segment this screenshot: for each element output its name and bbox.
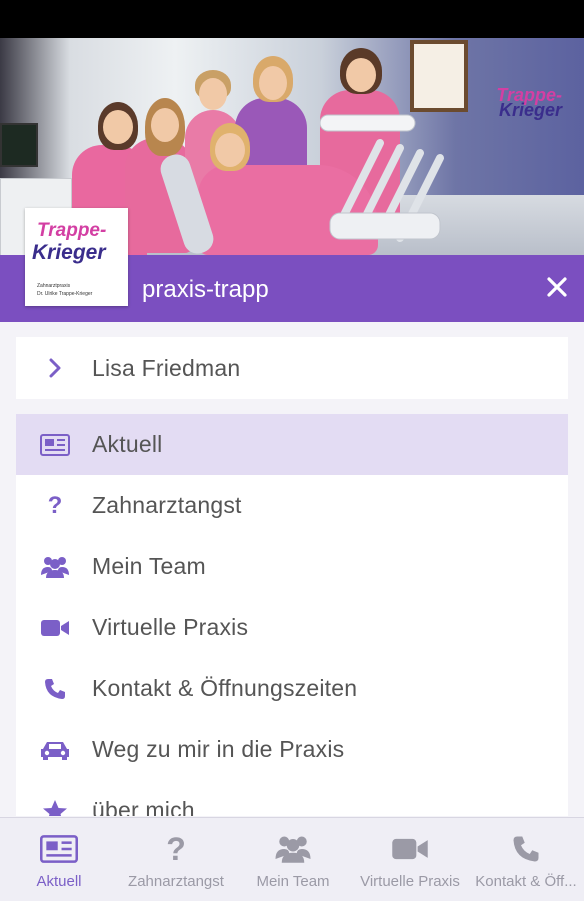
- user-row[interactable]: Lisa Friedman: [16, 337, 568, 399]
- newspaper-icon: [40, 432, 70, 458]
- tab-aktuell[interactable]: Aktuell: [0, 818, 118, 901]
- tab-zahnarztangst[interactable]: ? Zahnarztangst: [116, 818, 236, 901]
- menu-item-kontakt[interactable]: Kontakt & Öffnungszeiten: [16, 658, 568, 719]
- users-icon: [40, 554, 70, 580]
- user-name: Lisa Friedman: [92, 354, 241, 381]
- menu-item-label: Aktuell: [92, 431, 163, 457]
- video-camera-icon: [354, 832, 466, 866]
- menu-item-mein-team[interactable]: Mein Team: [16, 536, 568, 597]
- menu-item-label: Virtuelle Praxis: [92, 614, 249, 640]
- app-title: praxis-trapp: [142, 276, 269, 303]
- menu-item-ueber-mich[interactable]: über mich: [16, 780, 568, 816]
- tab-label: Kontakt & Öff...: [475, 873, 577, 890]
- tab-label: Aktuell: [36, 873, 82, 890]
- menu-item-aktuell[interactable]: Aktuell: [16, 414, 568, 475]
- bottom-navigation: Aktuell ? Zahnarztangst Mein Team Virtue…: [0, 817, 584, 901]
- logo-subtitle-2: Dr. Ulrike Trappe-Krieger: [37, 291, 93, 297]
- menu-item-weg[interactable]: Weg zu mir in die Praxis: [16, 719, 568, 780]
- phone-icon: [40, 676, 70, 702]
- hero-monitor: [0, 123, 38, 167]
- users-icon: [240, 832, 346, 866]
- hero-brand-line2: Krieger: [498, 100, 562, 120]
- question-icon: ?: [47, 491, 63, 519]
- menu-item-label: Mein Team: [92, 553, 206, 579]
- side-menu: Aktuell ? Zahnarztangst Mein Team Virtue…: [16, 414, 568, 816]
- chevron-right-icon: [40, 355, 70, 381]
- logo-line1: Trappe-: [37, 220, 107, 241]
- logo-line2: Krieger: [32, 241, 106, 264]
- practice-logo: Trappe- Krieger Zahnarztpraxis Dr. Ulrik…: [25, 208, 128, 306]
- hero-dental-chair: [320, 114, 444, 242]
- tab-label: Zahnarztangst: [128, 873, 224, 890]
- menu-item-label: über mich: [92, 797, 195, 816]
- video-camera-icon: [40, 615, 70, 641]
- tab-label: Mein Team: [256, 873, 330, 890]
- menu-item-label: Weg zu mir in die Praxis: [92, 736, 345, 762]
- menu-item-zahnarztangst[interactable]: ? Zahnarztangst: [16, 475, 568, 536]
- menu-item-virtuelle-praxis[interactable]: Virtuelle Praxis: [16, 597, 568, 658]
- hero-frame: [410, 40, 468, 112]
- tab-virtuelle-praxis[interactable]: Virtuelle Praxis: [354, 818, 466, 901]
- menu-item-label: Kontakt & Öffnungszeiten: [92, 675, 358, 701]
- tab-mein-team[interactable]: Mein Team: [240, 818, 346, 901]
- tab-label: Virtuelle Praxis: [360, 873, 460, 890]
- phone-icon: [468, 832, 584, 866]
- logo-subtitle-1: Zahnarztpraxis: [37, 283, 71, 289]
- car-icon: [40, 737, 70, 763]
- close-icon[interactable]: [544, 276, 570, 302]
- status-bar: [0, 0, 584, 38]
- question-icon: ?: [166, 830, 186, 867]
- tab-kontakt[interactable]: Kontakt & Öff...: [468, 818, 584, 901]
- newspaper-icon: [0, 832, 118, 866]
- menu-item-label: Zahnarztangst: [92, 492, 242, 518]
- star-icon: [40, 798, 70, 816]
- hero-brand-logo: Trappe- Krieger: [496, 86, 562, 120]
